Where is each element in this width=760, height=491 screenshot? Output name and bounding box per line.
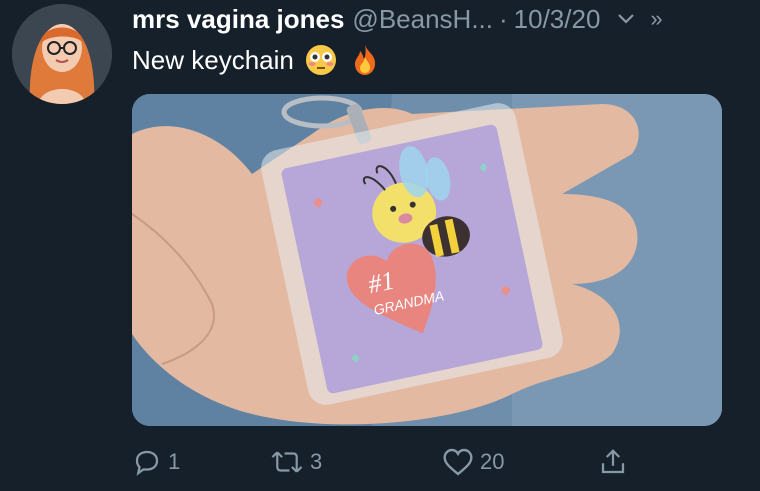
tweet-body: New keychain [132, 44, 294, 75]
retweet-icon [271, 451, 303, 473]
display-name[interactable]: mrs vagina jones [132, 4, 344, 35]
share-icon [601, 449, 625, 474]
fire-icon [348, 43, 382, 77]
tweet-media-image[interactable]: #1 GRANDMA [132, 94, 722, 426]
retweet-count: 3 [310, 449, 323, 474]
double-chevron-icon[interactable]: » [650, 6, 662, 32]
reply-button[interactable]: 1 [132, 442, 180, 482]
chevron-down-icon[interactable] [616, 6, 636, 32]
separator-dot: · [498, 3, 508, 34]
tweet-text: New keychain [132, 40, 382, 80]
user-handle[interactable]: @BeansH... [352, 4, 493, 35]
share-button[interactable] [598, 442, 634, 482]
flushed-face-icon [304, 43, 338, 77]
retweet-button[interactable]: 3 [270, 442, 322, 482]
tweet-header: mrs vagina jones @BeansH... · 10/3/20 » [132, 2, 752, 36]
reply-count: 1 [168, 449, 181, 474]
like-button[interactable]: 20 [442, 442, 504, 482]
heart-icon [443, 448, 473, 476]
like-count: 20 [480, 449, 505, 474]
reply-icon [135, 450, 159, 476]
tweet: mrs vagina jones @BeansH... · 10/3/20 » … [0, 0, 760, 491]
tweet-actions: 1 3 20 [132, 442, 652, 482]
avatar[interactable] [12, 4, 112, 104]
tweet-date[interactable]: 10/3/20 [514, 4, 601, 35]
